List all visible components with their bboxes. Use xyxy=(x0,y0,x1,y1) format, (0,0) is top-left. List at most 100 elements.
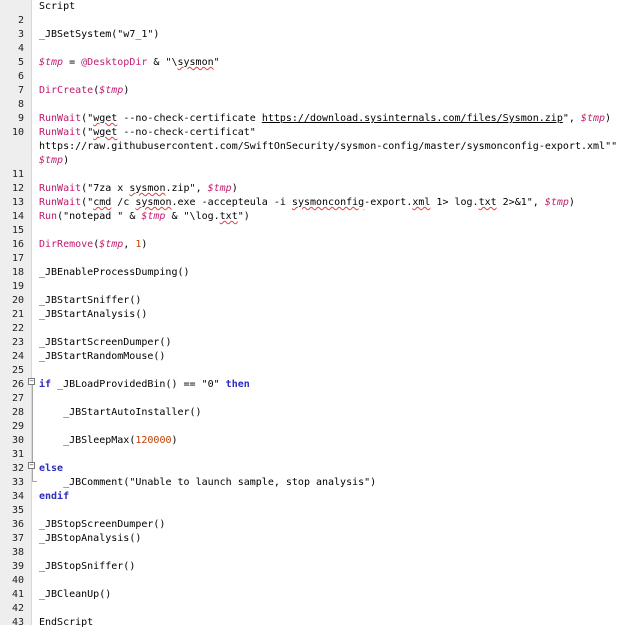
code-text[interactable]: _JBEnableProcessDumping() xyxy=(39,266,190,280)
code-line[interactable]: 26 if _JBLoadProvidedBin() == "0" then xyxy=(0,378,640,392)
code-text[interactable]: Run("notepad " & $tmp & "\log.txt") xyxy=(39,210,250,224)
code-line[interactable]: 15 xyxy=(0,224,640,238)
code-line[interactable]: 30 _JBSleepMax(120000) xyxy=(0,434,640,448)
code-line[interactable]: 29 xyxy=(0,420,640,434)
code-line[interactable]: 41 _JBCleanUp() xyxy=(0,588,640,602)
code-line[interactable]: 13 RunWait("cmd /c sysmon.exe -accepteula… xyxy=(0,196,640,210)
code-line[interactable]: 34 endif xyxy=(0,490,640,504)
code-line[interactable]: 27 xyxy=(0,392,640,406)
code-line[interactable]: 20 _JBStartSniffer() xyxy=(0,294,640,308)
line-number: 26 xyxy=(11,379,24,390)
code-text[interactable]: _JBStartScreenDumper() xyxy=(39,336,171,350)
code-line[interactable]: 18 _JBEnableProcessDumping() xyxy=(0,266,640,280)
code-line[interactable]: 21 _JBStartAnalysis() xyxy=(0,308,640,322)
code-text[interactable]: DirCreate($tmp) xyxy=(39,84,129,98)
code-line[interactable]: 16 DirRemove($tmp, 1) xyxy=(0,238,640,252)
code-text[interactable]: $tmp) xyxy=(39,154,69,168)
code-text[interactable]: RunWait("wget --no-check-certificate htt… xyxy=(39,112,611,126)
code-line[interactable]: Script xyxy=(0,0,640,14)
code-line[interactable]: $tmp) xyxy=(0,154,640,168)
code-line[interactable]: 36 _JBStopScreenDumper() xyxy=(0,518,640,532)
line-number: 3 xyxy=(17,29,24,40)
line-number: 23 xyxy=(11,337,24,348)
line-number: 39 xyxy=(11,561,24,572)
line-number: 40 xyxy=(11,575,24,586)
line-number: 35 xyxy=(11,505,24,516)
line-number: 24 xyxy=(11,351,24,362)
code-text[interactable]: _JBStopScreenDumper() xyxy=(39,518,165,532)
code-line[interactable]: 5 $tmp = @DesktopDir & "\sysmon" xyxy=(0,56,640,70)
code-line[interactable]: 35 xyxy=(0,504,640,518)
code-text[interactable]: _JBStartAutoInstaller() xyxy=(39,406,201,420)
code-text[interactable]: _JBComment("Unable to launch sample, sto… xyxy=(39,476,376,490)
line-number: 33 xyxy=(11,477,24,488)
code-line[interactable]: 3 _JBSetSystem("w7_1") xyxy=(0,28,640,42)
line-number: 16 xyxy=(11,239,24,250)
code-text[interactable]: $tmp = @DesktopDir & "\sysmon" xyxy=(39,56,220,70)
code-line[interactable]: 6 xyxy=(0,70,640,84)
line-number: 18 xyxy=(11,267,24,278)
code-text[interactable]: https://raw.githubusercontent.com/SwiftO… xyxy=(39,140,617,154)
code-text[interactable]: _JBStartRandomMouse() xyxy=(39,350,165,364)
code-line[interactable]: 17 xyxy=(0,252,640,266)
line-number: 8 xyxy=(17,99,24,110)
line-number: 30 xyxy=(11,435,24,446)
line-number: 31 xyxy=(11,449,24,460)
code-text[interactable]: if _JBLoadProvidedBin() == "0" then xyxy=(39,378,250,392)
code-line[interactable]: 11 xyxy=(0,168,640,182)
code-line[interactable]: 40 xyxy=(0,574,640,588)
code-line[interactable]: 32 else xyxy=(0,462,640,476)
line-number: 19 xyxy=(11,281,24,292)
code-text[interactable]: _JBCleanUp() xyxy=(39,588,111,602)
fold-toggle-else-icon[interactable]: − xyxy=(28,462,35,469)
code-line[interactable]: 2 xyxy=(0,14,640,28)
code-line[interactable]: 43 EndScript xyxy=(0,616,640,630)
line-number: 28 xyxy=(11,407,24,418)
code-line[interactable]: 9 RunWait("wget --no-check-certificate ht… xyxy=(0,112,640,126)
code-text[interactable]: RunWait("wget --no-check-certificat" xyxy=(39,126,256,140)
code-line[interactable]: 4 xyxy=(0,42,640,56)
line-number: 34 xyxy=(11,491,24,502)
line-number: 15 xyxy=(11,225,24,236)
code-line[interactable]: 39 _JBStopSniffer() xyxy=(0,560,640,574)
code-line[interactable]: 33 _JBComment("Unable to launch sample, … xyxy=(0,476,640,490)
code-text[interactable]: DirRemove($tmp, 1) xyxy=(39,238,147,252)
code-line[interactable]: 23 _JBStartScreenDumper() xyxy=(0,336,640,350)
code-text[interactable]: RunWait("cmd /c sysmon.exe -accepteula -… xyxy=(39,196,575,210)
code-line[interactable]: 22 xyxy=(0,322,640,336)
line-number: 14 xyxy=(11,211,24,222)
code-text[interactable]: _JBStopSniffer() xyxy=(39,560,135,574)
code-line[interactable]: 38 xyxy=(0,546,640,560)
code-text[interactable]: _JBSleepMax(120000) xyxy=(39,434,177,448)
code-line[interactable]: https://raw.githubusercontent.com/SwiftO… xyxy=(0,140,640,154)
code-line[interactable]: 12 RunWait("7za x sysmon.zip", $tmp) xyxy=(0,182,640,196)
code-line[interactable]: 42 xyxy=(0,602,640,616)
code-text[interactable]: EndScript xyxy=(39,616,93,630)
line-number: 38 xyxy=(11,547,24,558)
code-text[interactable]: _JBStartAnalysis() xyxy=(39,308,147,322)
code-text[interactable]: endif xyxy=(39,490,69,504)
code-line[interactable]: 31 xyxy=(0,448,640,462)
code-text[interactable]: else xyxy=(39,462,63,476)
code-line[interactable]: 37 _JBStopAnalysis() xyxy=(0,532,640,546)
code-text[interactable]: _JBStopAnalysis() xyxy=(39,532,141,546)
code-line[interactable]: 28 _JBStartAutoInstaller() xyxy=(0,406,640,420)
code-line[interactable]: 14 Run("notepad " & $tmp & "\log.txt") xyxy=(0,210,640,224)
line-number: 10 xyxy=(11,127,24,138)
code-line[interactable]: 19 xyxy=(0,280,640,294)
code-line[interactable]: 8 xyxy=(0,98,640,112)
code-text[interactable]: _JBStartSniffer() xyxy=(39,294,141,308)
fold-toggle-if-icon[interactable]: − xyxy=(28,378,35,385)
fold-guide-if xyxy=(32,385,33,465)
code-line[interactable]: 10 RunWait("wget --no-check-certificat" xyxy=(0,126,640,140)
code-text[interactable]: _JBSetSystem("w7_1") xyxy=(39,28,159,42)
code-text[interactable]: Script xyxy=(39,0,75,14)
line-number: 9 xyxy=(17,113,24,124)
code-text[interactable]: RunWait("7za x sysmon.zip", $tmp) xyxy=(39,182,238,196)
line-number: 27 xyxy=(11,393,24,404)
code-line[interactable]: 25 xyxy=(0,364,640,378)
fold-guide-else xyxy=(32,469,33,481)
code-line[interactable]: 24 _JBStartRandomMouse() xyxy=(0,350,640,364)
code-line[interactable]: 7 DirCreate($tmp) xyxy=(0,84,640,98)
line-number: 36 xyxy=(11,519,24,530)
